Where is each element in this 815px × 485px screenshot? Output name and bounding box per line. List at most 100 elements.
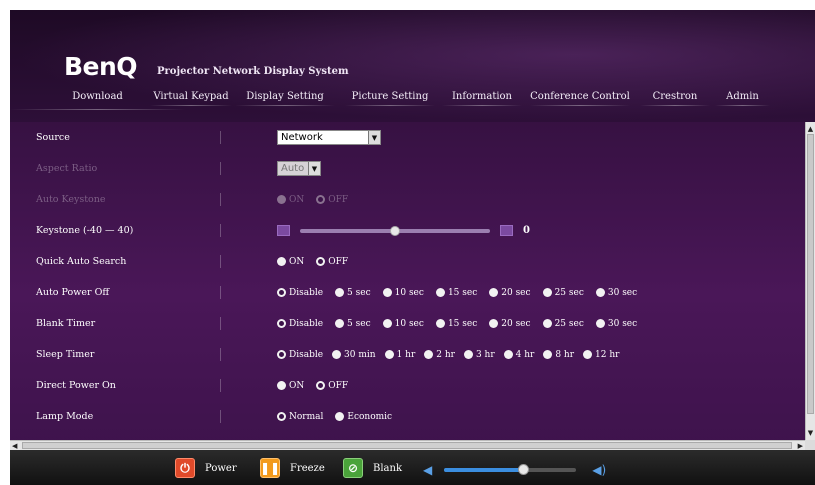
blank-timer-option[interactable]: 15 sec — [435, 319, 477, 329]
sleep-timer-option[interactable]: 3 hr — [463, 350, 495, 360]
tab-display-setting[interactable]: Display Setting — [235, 88, 335, 106]
sleep-timer-option[interactable]: 30 min — [332, 350, 376, 360]
auto-power-off-option[interactable]: 20 sec — [489, 288, 531, 298]
dropdown-arrow-icon[interactable]: ▼ — [368, 131, 380, 144]
vertical-scrollbar[interactable]: ▲ ▼ — [805, 122, 815, 440]
radio-icon[interactable] — [583, 350, 593, 359]
blank-timer-option[interactable]: 30 sec — [595, 318, 638, 329]
radio-icon[interactable] — [463, 350, 473, 359]
radio-icon[interactable] — [277, 381, 286, 390]
row-divider — [220, 193, 221, 206]
volume-slider-thumb[interactable] — [518, 464, 530, 475]
horizontal-scroll-thumb[interactable] — [22, 442, 792, 449]
blank-icon[interactable]: ⊘ — [343, 458, 363, 478]
radio-selected-icon[interactable] — [277, 319, 286, 328]
radio-icon[interactable] — [595, 288, 605, 297]
radio-icon[interactable] — [543, 350, 553, 359]
keystone-increase-button[interactable] — [500, 225, 513, 236]
radio-icon[interactable] — [542, 288, 552, 297]
row-quick-auto-search: Quick Auto Search ON OFF — [10, 246, 805, 277]
sleep-timer-option[interactable]: 1 hr — [384, 349, 416, 360]
auto-power-off-option[interactable]: 15 sec — [435, 288, 477, 298]
radio-icon[interactable] — [335, 412, 345, 421]
radio-icon[interactable] — [335, 288, 345, 297]
quick-auto-search-off[interactable]: OFF — [316, 257, 348, 267]
radio-icon[interactable] — [277, 257, 286, 266]
radio-icon[interactable] — [382, 319, 392, 328]
radio-icon[interactable] — [503, 350, 513, 359]
blank-timer-option[interactable]: 10 sec — [382, 319, 424, 329]
sleep-timer-option[interactable]: 2 hr — [424, 350, 455, 360]
radio-selected-icon[interactable] — [277, 350, 286, 359]
blank-timer-option[interactable]: 25 sec — [542, 319, 584, 329]
tab-virtual-keypad[interactable]: Virtual Keypad — [150, 88, 232, 106]
source-select[interactable]: Network ▼ — [277, 130, 381, 145]
radio-selected-icon[interactable] — [316, 381, 326, 390]
scroll-up-arrow-icon[interactable]: ▲ — [806, 124, 815, 134]
tab-information[interactable]: Information — [442, 88, 522, 106]
source-control: Network ▼ — [277, 122, 381, 153]
radio-icon[interactable] — [542, 319, 552, 328]
sleep-timer-option[interactable]: 4 hr — [503, 350, 534, 360]
tab-admin[interactable]: Admin — [715, 88, 770, 106]
auto-power-off-option[interactable]: 30 sec — [595, 288, 637, 298]
quick-auto-search-on[interactable]: ON — [277, 257, 304, 267]
option-label: Disable — [289, 287, 324, 298]
radio-icon[interactable] — [384, 350, 394, 359]
radio-icon[interactable] — [332, 350, 342, 359]
scroll-down-arrow-icon[interactable]: ▼ — [806, 428, 815, 438]
row-divider — [220, 162, 221, 175]
tab-conference-control[interactable]: Conference Control — [530, 88, 630, 106]
sleep-timer-option[interactable]: 8 hr — [543, 350, 574, 360]
lamp-mode-control: Normal Economic — [277, 401, 404, 432]
keystone-decrease-button[interactable] — [277, 225, 290, 236]
power-icon[interactable]: ⏻ — [175, 458, 195, 478]
keystone-slider-thumb[interactable] — [390, 225, 400, 236]
volume-slider[interactable] — [444, 464, 577, 475]
freeze-icon[interactable]: ❚❚ — [260, 458, 280, 478]
radio-icon[interactable] — [435, 288, 445, 297]
horizontal-scrollbar[interactable]: ◀ ▶ — [10, 440, 805, 450]
freeze-button[interactable]: ❚❚ Freeze — [260, 458, 325, 478]
tab-picture-setting[interactable]: Picture Setting — [345, 88, 435, 106]
blank-timer-option[interactable]: 20 sec — [489, 319, 531, 329]
radio-icon[interactable] — [489, 319, 499, 328]
blank-timer-option[interactable]: Disable — [277, 319, 323, 329]
sleep-timer-option[interactable]: Disable — [277, 350, 323, 360]
volume-down-icon[interactable]: ◀ — [423, 463, 432, 477]
option-label: 5 sec — [347, 318, 371, 329]
radio-icon[interactable] — [382, 288, 392, 297]
lamp-mode-economic[interactable]: Economic — [335, 412, 392, 422]
power-button[interactable]: ⏻ Power — [175, 458, 237, 478]
tab-crestron[interactable]: Crestron — [640, 88, 710, 106]
auto-power-off-option[interactable]: 10 sec — [382, 288, 424, 298]
lamp-mode-normal[interactable]: Normal — [277, 412, 323, 422]
vertical-scroll-thumb[interactable] — [807, 134, 814, 414]
radio-icon[interactable] — [424, 350, 434, 359]
blank-timer-option[interactable]: 5 sec — [335, 319, 371, 329]
keystone-slider[interactable] — [300, 225, 490, 236]
blank-button[interactable]: ⊘ Blank — [343, 458, 402, 478]
row-divider — [220, 317, 221, 330]
radio-icon[interactable] — [435, 319, 445, 328]
radio-icon[interactable] — [595, 319, 605, 328]
option-label: 1 hr — [396, 349, 416, 360]
row-divider — [220, 348, 221, 361]
option-label: Economic — [347, 411, 393, 422]
auto-power-off-option[interactable]: 5 sec — [335, 288, 371, 298]
volume-up-icon[interactable]: ◀) — [592, 463, 606, 477]
direct-power-on-off[interactable]: OFF — [316, 381, 348, 391]
auto-power-off-option[interactable]: Disable — [277, 288, 323, 298]
radio-selected-icon[interactable] — [316, 257, 326, 266]
radio-icon[interactable] — [335, 319, 345, 328]
blank-label: Blank — [373, 462, 403, 474]
option-label: 30 sec — [607, 318, 638, 329]
direct-power-on-on[interactable]: ON — [277, 381, 304, 391]
sleep-timer-option[interactable]: 12 hr — [583, 350, 619, 360]
auto-power-off-option[interactable]: 25 sec — [542, 288, 584, 298]
radio-selected-icon[interactable] — [277, 412, 286, 421]
radio-selected-icon[interactable] — [277, 288, 286, 297]
option-label: 8 hr — [555, 349, 575, 360]
radio-icon[interactable] — [489, 288, 499, 297]
power-label: Power — [205, 462, 237, 474]
